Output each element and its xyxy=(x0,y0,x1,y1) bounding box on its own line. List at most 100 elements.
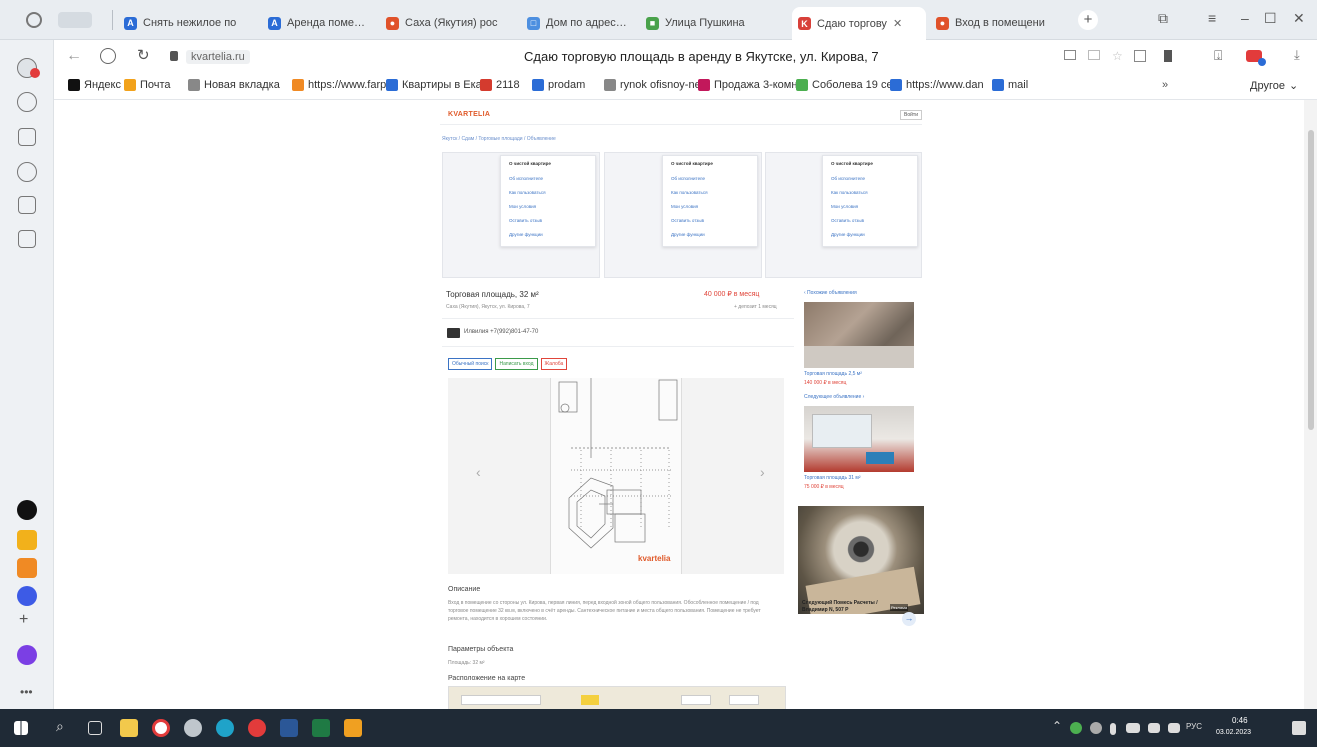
ad-text[interactable]: Следующий Помесь Расчеты / Владимир N, 5… xyxy=(802,600,898,614)
bookmark-item[interactable]: rynok ofisnoy-ne xyxy=(604,79,701,91)
tab-actions-icon[interactable] xyxy=(58,12,92,28)
chip-entrance[interactable]: Написать вход xyxy=(495,358,538,370)
browser-tab[interactable]: ● Вход в помещени xyxy=(930,8,1066,38)
bookmark-item[interactable]: mail xyxy=(992,79,1028,91)
task-view-icon[interactable] xyxy=(88,721,102,735)
dropdown-item[interactable]: Об исполнителе xyxy=(671,176,705,181)
similar-link[interactable]: ‹ Похожие объявления xyxy=(804,290,857,296)
bookmark-item[interactable]: prodam xyxy=(532,79,585,91)
next-listing-link[interactable]: Следующее объявление › xyxy=(804,394,864,400)
map-layers-button[interactable] xyxy=(681,695,711,705)
map-widget[interactable] xyxy=(448,686,786,709)
info-dropdown-menu[interactable]: О чистой квартире Об исполнителе Как польз… xyxy=(662,155,758,247)
ad-banner-image[interactable]: Реклама xyxy=(798,506,924,614)
bookmark-item[interactable]: https://www.farp xyxy=(292,79,386,91)
screenshot-icon[interactable] xyxy=(18,230,36,248)
dropdown-item[interactable]: Как пользоваться xyxy=(831,190,868,195)
tab-close-icon[interactable]: ✕ xyxy=(893,17,902,30)
info-dropdown-menu[interactable]: О чистой квартире Об исполнителе Как польз… xyxy=(822,155,918,247)
clock-time[interactable]: 0:46 xyxy=(1232,716,1248,725)
tray-battery-icon[interactable] xyxy=(1110,723,1116,735)
bookmark-item[interactable]: Яндекс xyxy=(68,79,121,91)
similar-card-2-title[interactable]: Торговая площадь 31 м² xyxy=(804,475,861,481)
browser-tab[interactable]: ■ Улица Пушкина xyxy=(640,8,780,38)
collections-icon[interactable] xyxy=(18,128,36,146)
add-app-icon[interactable]: + xyxy=(19,611,28,629)
map-search-button[interactable] xyxy=(581,695,599,705)
word-icon[interactable] xyxy=(280,719,298,737)
windows-start-icon[interactable] xyxy=(14,721,28,735)
browser-tab[interactable]: A Аренда помещени xyxy=(262,8,374,38)
url-field[interactable]: kvartelia.ru Сдаю торговую площадь в аре… xyxy=(164,46,1174,68)
tray-keyboard-icon[interactable] xyxy=(1168,723,1180,733)
contact-info[interactable]: Илвилия +7(992)801-47-70 xyxy=(464,329,538,335)
gallery-prev-arrow[interactable]: ‹ xyxy=(476,464,481,480)
app-orange-icon[interactable] xyxy=(17,558,37,578)
dropdown-item[interactable]: Оставить отзыв xyxy=(671,218,704,223)
dropdown-item[interactable]: Об исполнителе xyxy=(831,176,865,181)
maximize-button[interactable]: ☐ xyxy=(1264,10,1277,27)
tabs-overview-icon[interactable]: ⧉ xyxy=(1158,10,1168,27)
chip-complaint[interactable]: Жалоба xyxy=(540,358,568,370)
similar-photo-2[interactable] xyxy=(804,406,914,472)
bookmark-item[interactable]: Новая вкладка xyxy=(188,79,280,91)
edge-icon[interactable] xyxy=(216,719,234,737)
bookmark-item[interactable]: 2118 xyxy=(480,79,520,91)
close-window-button[interactable]: ✕ xyxy=(1293,10,1305,27)
notifications-icon[interactable] xyxy=(1292,721,1306,735)
tray-gray-icon[interactable] xyxy=(1090,722,1102,734)
browser-tab[interactable]: K Сдаю торгову ✕ xyxy=(792,7,926,40)
clock-date[interactable]: 03.02.2023 xyxy=(1216,729,1251,736)
bookmark-item[interactable]: Квартиры в Екат xyxy=(386,79,487,91)
browser-tab[interactable]: ● Сахa (Якутия) рос xyxy=(380,8,516,38)
map-fullscreen-button[interactable] xyxy=(729,695,759,705)
alice-icon[interactable] xyxy=(17,645,37,665)
dropdown-item[interactable]: Мои условия xyxy=(671,204,698,209)
reader-icon[interactable] xyxy=(1064,50,1076,60)
yandex-app-icon[interactable] xyxy=(248,719,266,737)
dropdown-item[interactable]: Об исполнителе xyxy=(509,176,543,181)
bookmark-item[interactable]: https://www.dan xyxy=(890,79,984,91)
menu-icon[interactable]: ≡ xyxy=(1208,10,1216,26)
file-explorer-icon[interactable] xyxy=(120,719,138,737)
breadcrumb[interactable]: Якутск / Сдам / Торговые площади / Объяв… xyxy=(442,136,556,142)
ad-arrow-button[interactable]: → xyxy=(902,612,916,626)
media-icon[interactable] xyxy=(17,162,37,182)
tray-network-icon[interactable] xyxy=(1126,723,1140,733)
photo-gallery[interactable]: ‹ › kvartelia xyxy=(448,378,784,574)
tray-green-icon[interactable] xyxy=(1070,722,1082,734)
app-tool-icon[interactable] xyxy=(184,719,202,737)
yandex-browser-icon[interactable] xyxy=(152,719,170,737)
extensions-icon[interactable] xyxy=(1164,50,1172,62)
browser-tab[interactable]: □ Дом по адресу Як xyxy=(521,8,635,38)
app-github-icon[interactable] xyxy=(17,500,37,520)
bookmark-icon[interactable]: ☆ xyxy=(1112,49,1123,63)
back-icon[interactable]: ← xyxy=(66,47,82,65)
download-arrow-icon[interactable]: ⤓ xyxy=(1294,47,1300,63)
info-dropdown-menu[interactable]: О чистой квартире Об исполнителе Как польз… xyxy=(500,155,596,247)
search-icon[interactable]: ⌕ xyxy=(56,718,64,735)
dropdown-item[interactable]: Мои условия xyxy=(509,204,536,209)
dropdown-item[interactable]: Другие функции xyxy=(831,232,865,237)
downloads-icon[interactable] xyxy=(1134,50,1146,62)
share-icon[interactable]: ⍗ xyxy=(1214,47,1222,64)
bookmark-item[interactable]: Почта xyxy=(124,79,171,91)
reload-icon[interactable]: ↻ xyxy=(137,46,150,64)
login-button[interactable]: Войти xyxy=(900,110,922,120)
app-blue-icon[interactable] xyxy=(17,586,37,606)
yandex-protect-icon[interactable] xyxy=(100,48,116,64)
dropdown-item[interactable]: Оставить отзыв xyxy=(831,218,864,223)
minimize-button[interactable]: – xyxy=(1241,10,1249,26)
chip-search[interactable]: Обычный поиск xyxy=(448,358,493,370)
browser-tab[interactable]: A Снять нежилое по xyxy=(118,8,248,38)
gallery-next-arrow[interactable]: › xyxy=(760,464,765,480)
map-search-field[interactable] xyxy=(461,695,541,705)
bookmark-item[interactable]: Соболева 19 сек xyxy=(796,79,897,91)
browser-logo-icon[interactable] xyxy=(26,12,42,28)
excel-icon[interactable] xyxy=(312,719,330,737)
app-yellow-icon[interactable] xyxy=(17,530,37,550)
dropdown-item[interactable]: Как пользоваться xyxy=(509,190,546,195)
dropdown-item[interactable]: Другие функции xyxy=(671,232,705,237)
similar-card-1-title[interactable]: Торговая площадь 2,5 м² xyxy=(804,371,862,377)
tray-volume-icon[interactable] xyxy=(1148,723,1160,733)
